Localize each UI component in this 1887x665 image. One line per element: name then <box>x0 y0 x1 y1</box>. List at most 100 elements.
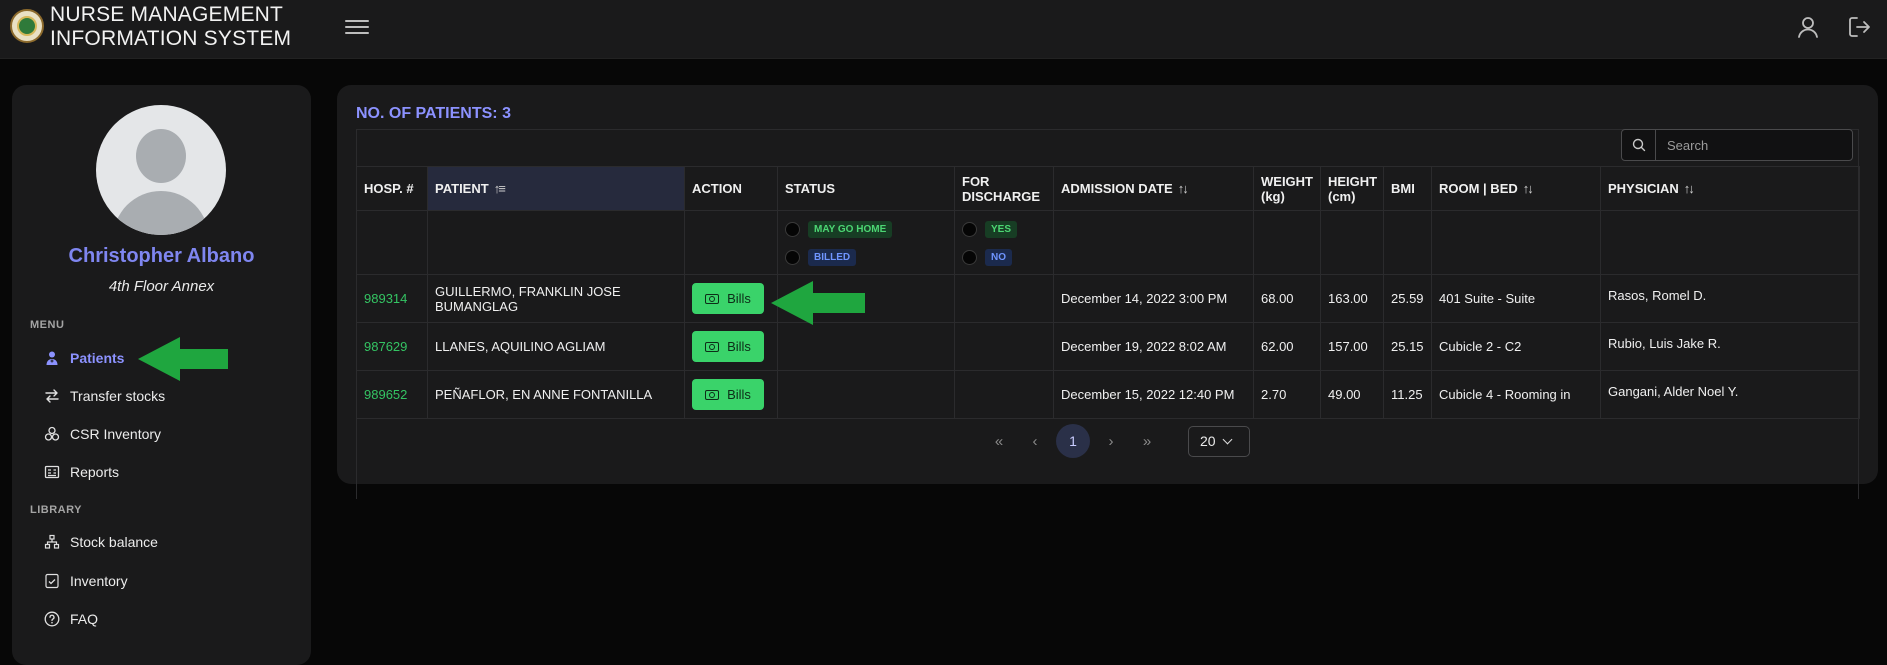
discharge-badge: YES <box>985 220 1018 238</box>
col-patient[interactable]: PATIENT ↑≡ <box>427 166 685 211</box>
sort-icon[interactable]: ↑↓ <box>1523 181 1534 196</box>
table-header-row: HOSP. # PATIENT ↑≡ ACTION STATUS FOR DISCH… <box>356 166 1860 211</box>
hamburger-icon[interactable] <box>345 17 369 37</box>
per-page-select[interactable]: 20 <box>1188 425 1250 457</box>
seal-logo <box>10 9 44 43</box>
sidebar: Christopher Albano 4th Floor Annex MENU … <box>12 85 311 665</box>
question-icon <box>44 611 60 627</box>
boxes-icon <box>44 426 60 442</box>
action-cell: Bills <box>684 322 778 371</box>
sidebar-item-transfer-stocks[interactable]: Transfer stocks <box>44 383 165 409</box>
app-title: NURSE MANAGEMENT INFORMATION SYSTEM <box>50 3 291 51</box>
money-icon <box>705 293 720 304</box>
annotation-arrow-bills <box>771 281 865 325</box>
admission-date: December 19, 2022 8:02 AM <box>1053 322 1254 371</box>
money-icon <box>705 389 720 400</box>
physician: Rubio, Luis Jake R. <box>1600 322 1860 371</box>
first-page-icon[interactable]: « <box>984 426 1014 456</box>
logout-icon[interactable] <box>1846 14 1872 40</box>
col-status: STATUS <box>777 166 955 211</box>
weight: 62.00 <box>1253 322 1321 371</box>
height: 163.00 <box>1320 274 1384 323</box>
admission-date: December 15, 2022 12:40 PM <box>1053 370 1254 419</box>
table-row: 987629 LLANES, AQUILINO AGLIAM Bills Dec… <box>356 322 1860 371</box>
radio-may-go-home[interactable] <box>785 221 800 237</box>
bills-button[interactable]: Bills <box>692 331 764 362</box>
app-title-line2: INFORMATION SYSTEM <box>50 27 292 50</box>
search-icon[interactable] <box>1622 130 1656 160</box>
sidebar-item-stock-balance[interactable]: Stock balance <box>44 529 158 555</box>
sort-icon[interactable]: ↑↓ <box>1684 181 1695 196</box>
discharge-badge: NO <box>985 248 1012 266</box>
col-admission[interactable]: ADMISSION DATE ↑↓ <box>1053 166 1254 211</box>
col-physician[interactable]: PHYSICIAN ↑↓ <box>1600 166 1860 211</box>
col-room[interactable]: ROOM | BED ↑↓ <box>1431 166 1601 211</box>
transfer-icon <box>44 388 60 404</box>
sort-icon[interactable]: ↑↓ <box>1178 181 1189 196</box>
patient-name: GUILLERMO, FRANKLIN JOSE BUMANGLAG <box>427 274 685 323</box>
sidebar-item-csr-inventory[interactable]: CSR Inventory <box>44 421 161 447</box>
avatar <box>96 105 226 235</box>
weight: 2.70 <box>1253 370 1321 419</box>
table-row: 989652 PEÑAFLOR, EN ANNE FONTANILLA Bill… <box>356 370 1860 419</box>
bmi: 25.15 <box>1383 322 1432 371</box>
page-button[interactable]: 1 <box>1056 424 1090 458</box>
top-bar: NURSE MANAGEMENT INFORMATION SYSTEM <box>0 0 1887 59</box>
pagination: « ‹ 1 › » 20 <box>984 424 1250 458</box>
hosp-number-link[interactable]: 989652 <box>356 370 428 419</box>
patients-table: HOSP. # PATIENT ↑≡ ACTION STATUS FOR DISCH… <box>356 166 1860 419</box>
radio-billed[interactable] <box>785 249 800 265</box>
sidebar-item-patients[interactable]: Patients <box>44 345 124 371</box>
bills-button[interactable]: Bills <box>692 283 764 314</box>
next-page-icon[interactable]: › <box>1096 426 1126 456</box>
user-location: 4th Floor Annex <box>108 278 215 295</box>
user-icon[interactable] <box>1795 14 1821 40</box>
sidebar-item-label: Patients <box>70 350 125 366</box>
sidebar-item-inventory[interactable]: Inventory <box>44 568 128 594</box>
hosp-number-link[interactable]: 987629 <box>356 322 428 371</box>
admission-date: December 14, 2022 3:00 PM <box>1053 274 1254 323</box>
col-hosp[interactable]: HOSP. # <box>356 166 428 211</box>
sort-asc-icon[interactable]: ↑≡ <box>494 181 506 196</box>
nurse-icon <box>44 350 60 366</box>
patient-name: LLANES, AQUILINO AGLIAM <box>427 322 685 371</box>
patient-count: NO. OF PATIENTS: 3 <box>356 105 511 122</box>
checklist-icon <box>44 573 60 589</box>
table-row: 989314 GUILLERMO, FRANKLIN JOSE BUMANGLAG… <box>356 274 1860 323</box>
height: 49.00 <box>1320 370 1384 419</box>
sidebar-item-reports[interactable]: Reports <box>44 459 119 485</box>
patient-name: PEÑAFLOR, EN ANNE FONTANILLA <box>427 370 685 419</box>
height: 157.00 <box>1320 322 1384 371</box>
room-bed: 401 Suite - Suite <box>1431 274 1601 323</box>
physician: Rasos, Romel D. <box>1600 274 1860 323</box>
bills-button[interactable]: Bills <box>692 379 764 410</box>
bmi: 11.25 <box>1383 370 1432 419</box>
patients-panel: NO. OF PATIENTS: 3 HOSP. # PATIENT↑≡ ACT… <box>337 85 1878 499</box>
radio-no[interactable] <box>962 249 977 265</box>
col-bmi: BMI <box>1383 166 1432 211</box>
search-input[interactable] <box>1657 130 1852 160</box>
status-badge: MAY GO HOME <box>808 220 893 238</box>
sidebar-item-label: FAQ <box>70 611 99 627</box>
prev-page-icon[interactable]: ‹ <box>1020 426 1050 456</box>
radio-yes[interactable] <box>962 221 977 237</box>
hosp-number-link[interactable]: 989314 <box>356 274 428 323</box>
status-badge: BILLED <box>808 248 857 266</box>
search-box <box>1621 129 1853 161</box>
bmi: 25.59 <box>1383 274 1432 323</box>
chevron-down-icon <box>1222 434 1233 444</box>
annotation-arrow-patients <box>138 337 228 381</box>
sidebar-item-faq[interactable]: FAQ <box>44 606 98 632</box>
physician: Gangani, Alder Noel Y. <box>1600 370 1860 419</box>
action-cell: Bills <box>684 274 778 323</box>
weight: 68.00 <box>1253 274 1321 323</box>
status-filter: MAY GO HOME BILLED <box>777 210 955 275</box>
sidebar-item-label: Inventory <box>70 573 128 589</box>
sidebar-item-label: Reports <box>70 464 120 480</box>
col-weight: WEIGHT (kg) <box>1253 166 1321 211</box>
menu-section-label: MENU <box>30 319 65 331</box>
user-name: Christopher Albano <box>68 245 255 267</box>
col-discharge: FOR DISCHARGE <box>954 166 1054 211</box>
room-bed: Cubicle 2 - C2 <box>1431 322 1601 371</box>
last-page-icon[interactable]: » <box>1132 426 1162 456</box>
